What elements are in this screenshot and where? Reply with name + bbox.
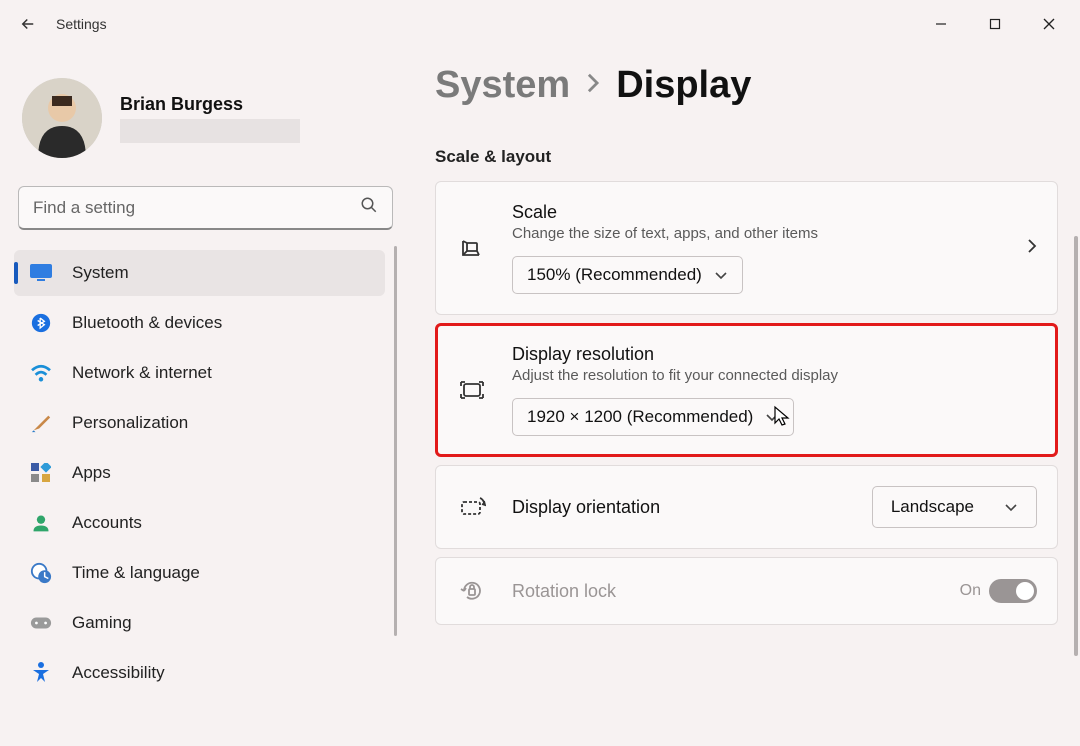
person-icon bbox=[30, 512, 52, 534]
close-button[interactable] bbox=[1026, 8, 1072, 40]
rotation-toggle[interactable] bbox=[989, 579, 1037, 603]
breadcrumb-leaf: Display bbox=[616, 64, 751, 107]
nav-label: Network & internet bbox=[72, 363, 212, 383]
scale-card[interactable]: Scale Change the size of text, apps, and… bbox=[435, 181, 1058, 315]
resolution-title: Display resolution bbox=[512, 344, 1037, 365]
search-icon bbox=[360, 196, 378, 219]
section-title: Scale & layout bbox=[435, 147, 1058, 167]
rotation-title: Rotation lock bbox=[512, 581, 936, 602]
chevron-down-icon bbox=[714, 265, 728, 285]
nav-label: System bbox=[72, 263, 129, 283]
resolution-icon bbox=[456, 379, 488, 401]
chevron-right-icon[interactable] bbox=[1027, 238, 1037, 259]
scale-subtitle: Change the size of text, apps, and other… bbox=[512, 225, 1003, 242]
nav-label: Accessibility bbox=[72, 663, 165, 683]
orientation-select[interactable]: Landscape bbox=[872, 486, 1037, 528]
orientation-title: Display orientation bbox=[512, 497, 848, 518]
clock-globe-icon bbox=[30, 562, 52, 584]
wifi-icon bbox=[30, 362, 52, 384]
titlebar: Settings bbox=[0, 0, 1080, 48]
nav-item-accounts[interactable]: Accounts bbox=[14, 500, 385, 546]
nav-list: System Bluetooth & devices Network & int… bbox=[14, 250, 397, 696]
scale-select[interactable]: 150% (Recommended) bbox=[512, 256, 743, 294]
back-button[interactable] bbox=[8, 4, 48, 44]
chevron-down-icon bbox=[1004, 497, 1018, 517]
resolution-card[interactable]: Display resolution Adjust the resolution… bbox=[435, 323, 1058, 457]
orientation-select-value: Landscape bbox=[891, 497, 974, 517]
content-scrollbar[interactable] bbox=[1074, 236, 1078, 656]
breadcrumb-root[interactable]: System bbox=[435, 64, 570, 107]
nav-label: Personalization bbox=[72, 413, 188, 433]
apps-icon bbox=[30, 462, 52, 484]
chevron-down-icon bbox=[765, 407, 779, 427]
profile-name: Brian Burgess bbox=[120, 94, 300, 115]
rotation-state: On bbox=[960, 582, 981, 600]
chevron-right-icon bbox=[586, 70, 600, 101]
nav-item-system[interactable]: System bbox=[14, 250, 385, 296]
orientation-icon bbox=[456, 496, 488, 518]
window-controls bbox=[918, 8, 1072, 40]
orientation-card[interactable]: Display orientation Landscape bbox=[435, 465, 1058, 549]
nav-item-accessibility[interactable]: Accessibility bbox=[14, 650, 385, 696]
monitor-icon bbox=[30, 262, 52, 284]
accessibility-icon bbox=[30, 662, 52, 684]
nav-label: Accounts bbox=[72, 513, 142, 533]
nav-item-personalization[interactable]: Personalization bbox=[14, 400, 385, 446]
nav-label: Time & language bbox=[72, 563, 200, 583]
rotation-lock-card: Rotation lock On bbox=[435, 557, 1058, 625]
profile-email-masked bbox=[120, 119, 300, 143]
scale-title: Scale bbox=[512, 202, 1003, 223]
maximize-button[interactable] bbox=[972, 8, 1018, 40]
scale-icon bbox=[456, 235, 488, 261]
resolution-select-value: 1920 × 1200 (Recommended) bbox=[527, 407, 753, 427]
nav-item-network[interactable]: Network & internet bbox=[14, 350, 385, 396]
nav-item-time[interactable]: Time & language bbox=[14, 550, 385, 596]
avatar bbox=[22, 78, 102, 158]
nav-label: Gaming bbox=[72, 613, 132, 633]
nav-label: Bluetooth & devices bbox=[72, 313, 222, 333]
rotation-lock-icon bbox=[456, 578, 488, 604]
content-area: System Display Scale & layout Scale Chan… bbox=[405, 48, 1080, 746]
search-box[interactable] bbox=[18, 186, 393, 230]
scale-select-value: 150% (Recommended) bbox=[527, 265, 702, 285]
paintbrush-icon bbox=[30, 412, 52, 434]
minimize-button[interactable] bbox=[918, 8, 964, 40]
profile-block[interactable]: Brian Burgess bbox=[14, 60, 397, 186]
nav-label: Apps bbox=[72, 463, 111, 483]
window-title: Settings bbox=[56, 16, 107, 32]
gamepad-icon bbox=[30, 612, 52, 634]
resolution-subtitle: Adjust the resolution to fit your connec… bbox=[512, 367, 1037, 384]
sidebar: Brian Burgess System bbox=[0, 48, 405, 746]
nav-item-gaming[interactable]: Gaming bbox=[14, 600, 385, 646]
resolution-select[interactable]: 1920 × 1200 (Recommended) bbox=[512, 398, 794, 436]
search-input[interactable] bbox=[33, 198, 360, 218]
breadcrumb: System Display bbox=[435, 64, 1058, 107]
bluetooth-icon bbox=[30, 312, 52, 334]
sidebar-scrollbar[interactable] bbox=[394, 246, 397, 636]
nav-item-apps[interactable]: Apps bbox=[14, 450, 385, 496]
nav-item-bluetooth[interactable]: Bluetooth & devices bbox=[14, 300, 385, 346]
